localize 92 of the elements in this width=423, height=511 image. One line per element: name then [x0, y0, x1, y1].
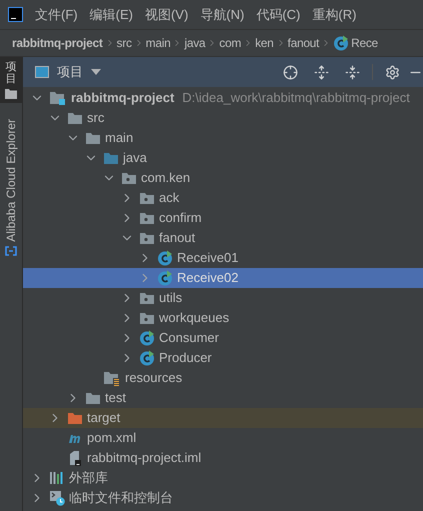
tree-row[interactable]: fanout: [23, 228, 423, 248]
tree-row[interactable]: resources: [23, 368, 423, 388]
breadcrumb-item[interactable]: ken: [255, 34, 274, 52]
tree-label: 外部库: [69, 469, 108, 488]
breadcrumb-item[interactable]: main: [146, 34, 170, 52]
class-icon: [333, 35, 350, 51]
tree-label: Receive01: [177, 249, 238, 268]
tree-row[interactable]: Producer: [23, 348, 423, 368]
tree-label: fanout: [159, 229, 196, 248]
tab-label: 项目: [6, 61, 16, 86]
tree-row[interactable]: rabbitmq-project D:\idea_work\rabbitmq\rabbitmq-project: [23, 88, 423, 108]
project-path: D:\idea_work\rabbitmq\rabbitmq-project: [182, 89, 410, 108]
file-icon: [67, 450, 83, 466]
breadcrumb-item[interactable]: com: [219, 34, 242, 52]
tree-label: Consumer: [159, 329, 219, 348]
dropdown-caret-icon[interactable]: [91, 69, 101, 75]
package-icon: [121, 171, 137, 185]
tool-window-tab[interactable]: 项目: [0, 57, 22, 104]
expand-all-icon[interactable]: [314, 64, 329, 80]
tree-label: rabbitmq-project: [71, 89, 174, 108]
class-icon: [157, 250, 173, 266]
tree-label: Receive02: [177, 269, 238, 288]
tree-row[interactable]: 临时文件和控制台: [23, 488, 423, 508]
package-icon: [139, 211, 155, 225]
tree-label: workqueues: [159, 309, 230, 328]
tree-label: utils: [159, 289, 182, 308]
collapse-all-icon[interactable]: [345, 64, 360, 80]
tree-row[interactable]: src: [23, 108, 423, 128]
menu-item[interactable]: 代码(C): [256, 4, 300, 24]
tree-label: src: [87, 109, 104, 128]
breadcrumb-item[interactable]: src: [116, 34, 132, 52]
tree-label: main: [105, 129, 134, 148]
folder-icon: [67, 111, 83, 125]
settings-icon[interactable]: [385, 64, 400, 80]
folder-icon: [85, 391, 101, 405]
tree-row[interactable]: Receive01: [23, 248, 423, 268]
tree-label: test: [105, 389, 126, 408]
folder-icon: [5, 89, 17, 100]
tree-label: target: [87, 409, 120, 428]
menu-item[interactable]: 导航(N): [200, 4, 244, 24]
library-icon: [49, 471, 65, 485]
tree-row[interactable]: workqueues: [23, 308, 423, 328]
package-icon: [139, 311, 155, 325]
tree-row[interactable]: utils: [23, 288, 423, 308]
breadcrumb-item[interactable]: rabbitmq-project: [12, 34, 103, 52]
tree-label: confirm: [159, 209, 202, 228]
tool-window-tab[interactable]: Alibaba Cloud Explorer: [0, 103, 22, 256]
tree-row[interactable]: com.ken: [23, 168, 423, 188]
tree-label: pom.xml: [87, 429, 136, 448]
tree-row[interactable]: target: [23, 408, 423, 428]
tree-label: java: [123, 149, 147, 168]
breadcrumb-item[interactable]: fanout: [288, 34, 320, 52]
locate-icon[interactable]: [283, 64, 298, 80]
folder-icon: [85, 131, 101, 145]
menu-item[interactable]: 编辑(E): [90, 4, 133, 24]
scratch-console-icon: [49, 490, 65, 506]
tree-label: Producer: [159, 349, 212, 368]
app-logo-icon: [8, 7, 23, 22]
module-folder-icon: [49, 90, 67, 106]
tree-row[interactable]: 外部库: [23, 468, 423, 488]
menu-item[interactable]: 视图(V): [144, 4, 188, 24]
tab-label: Alibaba Cloud Explorer: [3, 119, 19, 242]
tree-row[interactable]: rabbitmq-project.iml: [23, 448, 423, 468]
tree-row[interactable]: ack: [23, 188, 423, 208]
tree-label: 临时文件和控制台: [69, 489, 173, 508]
package-icon: [139, 231, 155, 245]
resources-folder-icon: [103, 370, 121, 386]
folder-icon: [67, 411, 83, 425]
menu-item[interactable]: 重构(R): [312, 4, 356, 24]
package-icon: [139, 291, 155, 305]
tree-row[interactable]: pom.xml: [23, 428, 423, 448]
tree-row[interactable]: Receive02: [23, 268, 423, 288]
class-icon: [139, 350, 155, 366]
tree-label: resources: [125, 369, 182, 388]
cloud-explorer-icon: [5, 246, 17, 256]
breadcrumb-item[interactable]: Rece: [351, 34, 378, 52]
tree-row[interactable]: main: [23, 128, 423, 148]
tree-row[interactable]: confirm: [23, 208, 423, 228]
class-icon: [157, 270, 173, 286]
package-icon: [139, 191, 155, 205]
breadcrumb-item[interactable]: java: [184, 34, 206, 52]
tree-row[interactable]: java: [23, 148, 423, 168]
window-icon: [35, 66, 49, 78]
tree-label: com.ken: [141, 169, 190, 188]
tree-row[interactable]: test: [23, 388, 423, 408]
class-icon: [139, 330, 155, 346]
folder-icon: [103, 151, 119, 165]
tree-label: ack: [159, 189, 180, 208]
tree-row[interactable]: Consumer: [23, 328, 423, 348]
tree-label: rabbitmq-project.iml: [87, 449, 202, 468]
panel-title[interactable]: 项目: [57, 62, 83, 82]
menu-item[interactable]: 文件(F): [35, 4, 78, 24]
